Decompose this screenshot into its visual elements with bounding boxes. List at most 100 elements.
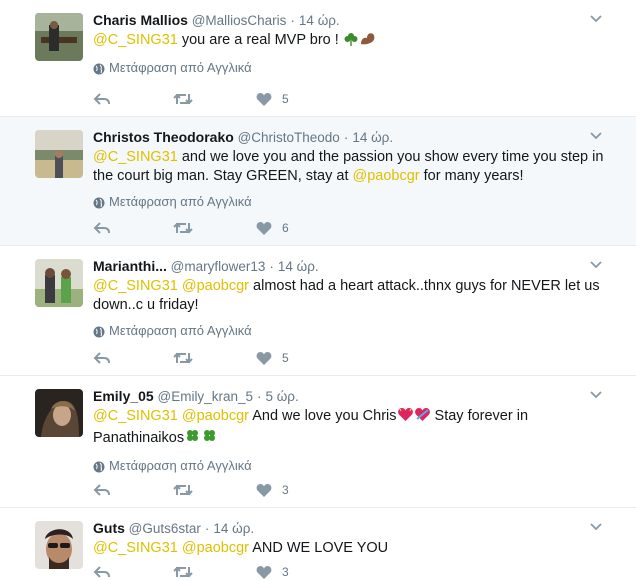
- reply-icon[interactable]: [93, 564, 111, 580]
- translate-link[interactable]: Μετάφραση από Αγγλικά: [93, 59, 606, 77]
- avatar[interactable]: [35, 521, 83, 569]
- fullname[interactable]: Marianthi...: [93, 258, 167, 274]
- like-count: 3: [282, 565, 289, 579]
- fullname[interactable]: Emily_05: [93, 388, 154, 404]
- globe-icon: [93, 196, 105, 209]
- shamrock-icon: [343, 32, 359, 52]
- fullname[interactable]: Guts: [93, 520, 125, 536]
- tweet-header: Christos Theodorako @ChristoTheodo · 14 ώρ…: [93, 127, 606, 147]
- tweet[interactable]: Christos Theodorako @ChristoTheodo · 14 ώρ…: [0, 117, 636, 246]
- like-icon: [256, 351, 272, 365]
- globe-icon: [93, 460, 105, 473]
- separator: ·: [343, 130, 349, 145]
- like-button[interactable]: 5: [193, 351, 289, 366]
- retweet-icon[interactable]: [173, 350, 193, 366]
- like-count: 6: [282, 221, 289, 235]
- tweet-text: @C_SING31 @paobcgr almost had a heart at…: [93, 277, 606, 315]
- avatar[interactable]: [35, 259, 83, 307]
- tweet-text: @C_SING31 and we love you and the passio…: [93, 148, 606, 186]
- fullname[interactable]: Christos Theodorako: [93, 129, 234, 145]
- retweet-icon[interactable]: [173, 482, 193, 498]
- tweet-feed: Charis Mallios @MalliosCharis · 14 ώρ. @C_…: [0, 0, 636, 579]
- like-count: 5: [282, 92, 289, 106]
- username[interactable]: @Emily_kran_5: [157, 389, 253, 404]
- separator: ·: [269, 259, 274, 274]
- caret-down-icon[interactable]: [590, 261, 602, 269]
- timestamp[interactable]: 14 ώρ.: [352, 130, 393, 145]
- like-button[interactable]: 6: [193, 221, 289, 236]
- globe-icon: [93, 325, 105, 338]
- timestamp[interactable]: 14 ώρ.: [299, 13, 340, 28]
- tweet[interactable]: Marianthi... @maryflower13 · 14 ώρ. @C_SIN…: [0, 246, 636, 376]
- translate-link[interactable]: Μετάφραση από Αγγλικά: [93, 457, 606, 475]
- translate-link[interactable]: Μετάφραση από Αγγλικά: [93, 322, 606, 340]
- tweet-actions: 5: [93, 90, 289, 108]
- reply-icon[interactable]: [93, 482, 111, 498]
- four-leaf-clover-icon: [184, 428, 201, 450]
- timestamp[interactable]: 14 ώρ.: [213, 521, 254, 536]
- globe-icon: [93, 62, 105, 75]
- username[interactable]: @Guts6star: [129, 521, 201, 536]
- separator: ·: [256, 389, 262, 404]
- tweet-text: @C_SING31 you are a real MVP bro !: [93, 31, 606, 52]
- timestamp[interactable]: 14 ώρ.: [278, 259, 319, 274]
- like-button[interactable]: 3: [193, 565, 289, 580]
- sparkling-heart-icon: [397, 407, 414, 428]
- mention-link[interactable]: @paobcgr: [182, 408, 249, 424]
- caret-down-icon[interactable]: [590, 391, 602, 399]
- translate-label: Μετάφραση από Αγγλικά: [109, 458, 252, 473]
- tweet[interactable]: Guts @Guts6star · 14 ώρ. @C_SING31 @paobcg…: [0, 508, 636, 579]
- tweet-text-body: And we love you Chris: [249, 408, 397, 424]
- retweet-icon[interactable]: [173, 91, 193, 107]
- tweet-header: Emily_05 @Emily_kran_5 · 5 ώρ.: [93, 386, 606, 406]
- tweet-actions: 6: [93, 219, 289, 237]
- avatar[interactable]: [35, 389, 83, 437]
- tweet-text: @C_SING31 @paobcgr And we love you Chris…: [93, 407, 606, 450]
- reply-icon[interactable]: [93, 350, 111, 366]
- like-icon: [256, 92, 272, 106]
- tweet-actions: 3: [93, 481, 289, 499]
- caret-down-icon[interactable]: [590, 132, 602, 140]
- separator: ·: [204, 521, 210, 536]
- username[interactable]: @ChristoTheodo: [238, 130, 340, 145]
- timestamp[interactable]: 5 ώρ.: [265, 389, 298, 404]
- avatar[interactable]: [35, 13, 83, 61]
- caret-down-icon[interactable]: [590, 523, 602, 531]
- reply-icon[interactable]: [93, 91, 111, 107]
- fullname[interactable]: Charis Mallios: [93, 12, 188, 28]
- mention-link[interactable]: @paobcgr: [182, 540, 249, 556]
- tweet-actions: 3: [93, 563, 289, 581]
- tweet-header: Guts @Guts6star · 14 ώρ.: [93, 518, 606, 538]
- translate-label: Μετάφραση από Αγγλικά: [109, 323, 252, 338]
- tweet[interactable]: Charis Mallios @MalliosCharis · 14 ώρ. @C_…: [0, 0, 636, 117]
- username[interactable]: @MalliosCharis: [192, 13, 287, 28]
- mention-link[interactable]: @paobcgr: [353, 168, 420, 184]
- caret-down-icon[interactable]: [590, 15, 602, 23]
- reply-icon[interactable]: [93, 220, 111, 236]
- heart-with-ribbon-icon: [414, 407, 431, 428]
- mention-link[interactable]: @C_SING31: [93, 32, 178, 48]
- translate-link[interactable]: Μετάφραση από Αγγλικά: [93, 193, 606, 211]
- tweet-text-body: AND WE LOVE YOU: [249, 540, 389, 556]
- mention-link[interactable]: @C_SING31: [93, 278, 178, 294]
- tweet-header: Marianthi... @maryflower13 · 14 ώρ.: [93, 256, 606, 276]
- flexed-biceps-icon: [359, 31, 377, 52]
- retweet-icon[interactable]: [173, 220, 193, 236]
- username[interactable]: @maryflower13: [171, 259, 266, 274]
- like-icon: [256, 483, 272, 497]
- mention-link[interactable]: @C_SING31: [93, 540, 178, 556]
- retweet-icon[interactable]: [173, 564, 193, 580]
- like-count: 3: [282, 483, 289, 497]
- like-count: 5: [282, 351, 289, 365]
- mention-link[interactable]: @C_SING31: [93, 408, 178, 424]
- four-leaf-clover-icon: [201, 428, 218, 450]
- like-icon: [256, 221, 272, 235]
- tweet-text: @C_SING31 @paobcgr AND WE LOVE YOU: [93, 539, 606, 558]
- mention-link[interactable]: @paobcgr: [182, 278, 249, 294]
- like-button[interactable]: 5: [193, 92, 289, 107]
- like-button[interactable]: 3: [193, 483, 289, 498]
- avatar[interactable]: [35, 130, 83, 178]
- tweet-text-body-2: for many years!: [419, 168, 524, 184]
- mention-link[interactable]: @C_SING31: [93, 149, 178, 165]
- tweet[interactable]: Emily_05 @Emily_kran_5 · 5 ώρ. @C_SING31 @…: [0, 376, 636, 508]
